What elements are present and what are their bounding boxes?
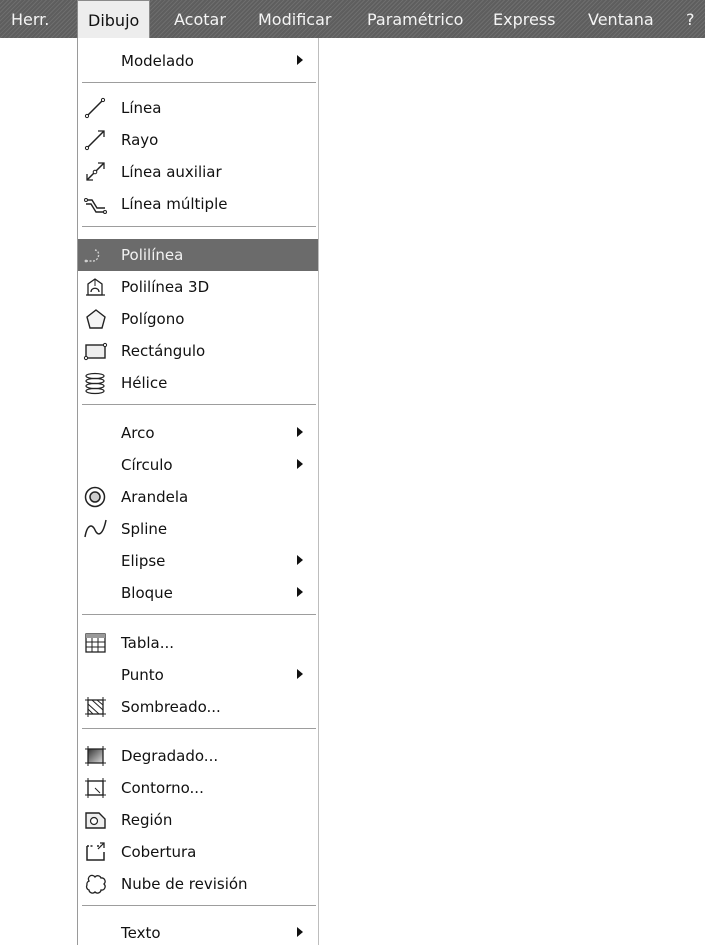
polyline-icon [83,243,109,267]
menu-item-label: Bloque [121,584,173,602]
menu-item-region[interactable]: Región [78,804,318,836]
submenu-arrow-icon [297,587,303,597]
menu-item-spline[interactable]: Spline [78,513,318,545]
menu-item-label: Texto [121,924,161,942]
menu-item-polilinea[interactable]: Polilínea [78,239,318,271]
menu-item-label: Degradado... [121,747,219,765]
menu-item-circulo[interactable]: Círculo [78,449,318,481]
menu-item-label: Línea [121,99,162,117]
region-icon [83,808,109,832]
menu-item-arco[interactable]: Arco [78,417,318,449]
polygon-icon [83,307,109,331]
menu-item-label: Cobertura [121,843,197,861]
menu-item-label: Polilínea [121,246,184,264]
menu-separator [82,226,316,227]
multiline-icon [83,192,109,216]
menu-item-modelado[interactable]: Modelado [78,45,318,77]
menu-item-label: Polilínea 3D [121,278,210,296]
menu-item-label: Arco [121,424,155,442]
wipeout-icon [83,840,109,864]
menu-item-elipse[interactable]: Elipse [78,545,318,577]
submenu-arrow-icon [297,459,303,469]
menu-item-rectangulo[interactable]: Rectángulo [78,335,318,367]
table-icon [83,631,109,655]
menu-item-degradado[interactable]: Degradado... [78,740,318,772]
submenu-arrow-icon [297,927,303,937]
menu-item-label: Rectángulo [121,342,206,360]
menu-item-polilinea-3d[interactable]: Polilínea 3D [78,271,318,303]
construction-line-icon [83,160,109,184]
menu-separator [82,728,316,729]
menu-item-sombreado[interactable]: Sombreado... [78,691,318,723]
menu-item-label: Nube de revisión [121,875,248,893]
menu-dibujo[interactable]: Dibujo [77,0,151,38]
menu-herr[interactable]: Herr. [11,0,49,38]
menu-separator [82,404,316,405]
menu-item-bloque[interactable]: Bloque [78,577,318,609]
ray-icon [83,128,109,152]
menu-modificar[interactable]: Modificar [258,0,331,38]
menu-item-contorno[interactable]: Contorno... [78,772,318,804]
menu-item-linea-multiple[interactable]: Línea múltiple [78,188,318,220]
menu-item-poligono[interactable]: Polígono [78,303,318,335]
menu-item-rayo[interactable]: Rayo [78,124,318,156]
helix-icon [83,371,109,395]
menu-item-label: Arandela [121,488,189,506]
boundary-icon [83,776,109,800]
menu-item-label: Sombreado... [121,698,221,716]
menu-parametrico[interactable]: Paramétrico [367,0,463,38]
hatch-icon [83,695,109,719]
spline-icon [83,517,109,541]
menu-item-texto[interactable]: Texto [78,917,318,949]
menu-item-label: Polígono [121,310,185,328]
submenu-arrow-icon [297,669,303,679]
polyline-3d-icon [83,275,109,299]
menu-item-label: Línea auxiliar [121,163,222,181]
menu-item-label: Hélice [121,374,168,392]
menu-item-cobertura[interactable]: Cobertura [78,836,318,868]
menu-item-punto[interactable]: Punto [78,659,318,691]
revision-cloud-icon [83,872,109,896]
menu-separator [82,905,316,906]
menu-item-label: Línea múltiple [121,195,228,213]
gradient-icon [83,744,109,768]
menu-item-tabla[interactable]: Tabla... [78,627,318,659]
menu-item-label: Región [121,811,173,829]
submenu-arrow-icon [297,427,303,437]
menu-acotar[interactable]: Acotar [174,0,226,38]
menu-item-label: Tabla... [121,634,175,652]
rectangle-icon [83,339,109,363]
menu-item-label: Punto [121,666,164,684]
menu-item-label: Spline [121,520,168,538]
donut-icon [83,485,109,509]
menu-item-arandela[interactable]: Arandela [78,481,318,513]
menu-item-linea[interactable]: Línea [78,92,318,124]
menu-bar: Herr. Dibujo Acotar Modificar Paramétric… [0,0,705,38]
menu-item-nube-de-revision[interactable]: Nube de revisión [78,868,318,900]
submenu-arrow-icon [297,55,303,65]
dibujo-dropdown-menu: Modelado Línea Rayo Línea auxiliar Línea… [77,38,319,945]
line-icon [83,96,109,120]
menu-ventana[interactable]: Ventana [588,0,654,38]
submenu-arrow-icon [297,555,303,565]
menu-item-label: Rayo [121,131,159,149]
menu-help[interactable]: ? [686,0,695,38]
menu-express[interactable]: Express [493,0,555,38]
menu-item-label: Modelado [121,52,194,70]
menu-item-linea-auxiliar[interactable]: Línea auxiliar [78,156,318,188]
menu-item-label: Contorno... [121,779,204,797]
menu-separator [82,82,316,83]
menu-item-label: Elipse [121,552,166,570]
menu-item-helice[interactable]: Hélice [78,367,318,399]
menu-separator [82,614,316,615]
menu-item-label: Círculo [121,456,173,474]
